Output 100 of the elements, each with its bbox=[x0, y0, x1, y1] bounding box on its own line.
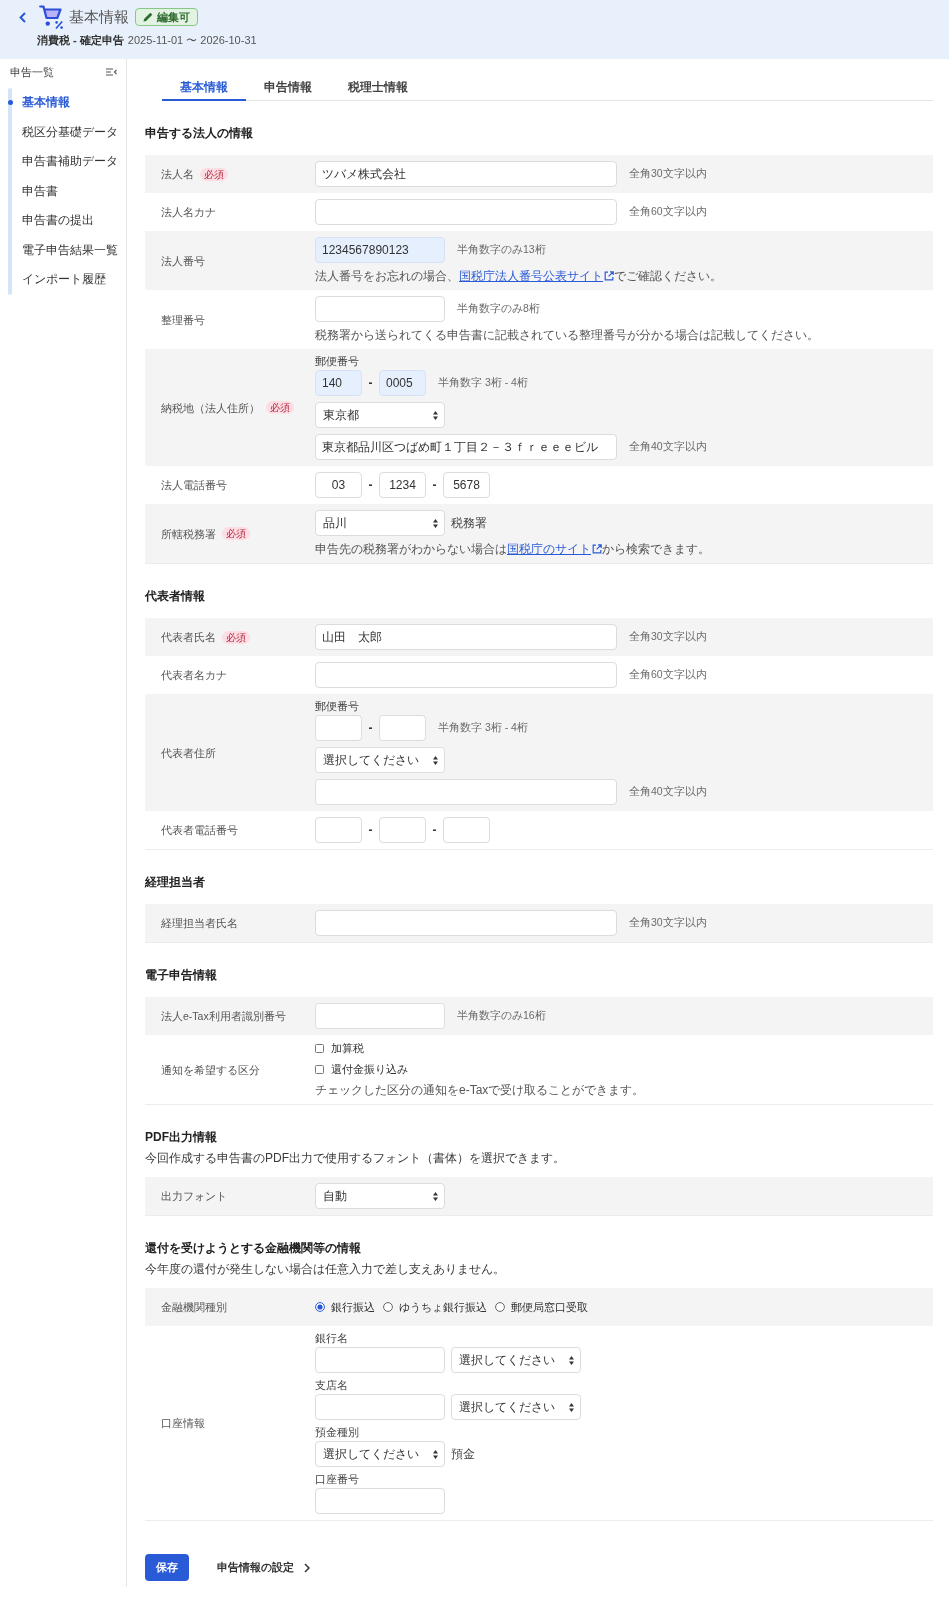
dropdown[interactable]: 自動 bbox=[315, 1183, 445, 1209]
field-hint: 半角数字のみ13桁 bbox=[457, 243, 546, 257]
dropdown[interactable]: 選択してください bbox=[315, 1441, 445, 1467]
dropdown[interactable]: 選択してください bbox=[315, 747, 445, 773]
phone-number-field[interactable] bbox=[315, 817, 362, 843]
text-field[interactable] bbox=[315, 1003, 445, 1029]
field-hint: 半角数字のみ8桁 bbox=[457, 302, 540, 316]
field-label: 代表者氏名 bbox=[161, 630, 216, 644]
collapse-menu-icon[interactable] bbox=[106, 68, 117, 76]
section-heading: PDF出力情報 bbox=[145, 1129, 218, 1145]
field-caption: 郵便番号 bbox=[315, 700, 359, 713]
field-hint: 全角60文字以内 bbox=[629, 205, 707, 219]
postal-code-field[interactable]: 0005 bbox=[379, 370, 426, 396]
dropdown[interactable]: 東京都 bbox=[315, 402, 445, 428]
required-badge: 必須 bbox=[222, 527, 250, 540]
section-description: 今年度の還付が発生しない場合は任意入力で差し支えありません。 bbox=[145, 1261, 506, 1277]
active-dot-icon bbox=[7, 100, 13, 105]
text-field[interactable] bbox=[315, 1394, 445, 1420]
external-link-icon bbox=[592, 544, 602, 554]
next-step-link[interactable]: 申告情報の設定 bbox=[217, 1560, 310, 1575]
field-label: 納税地（法人住所） bbox=[161, 400, 260, 415]
tab[interactable]: 基本情報 bbox=[162, 79, 246, 101]
text-field[interactable]: 1234567890123 bbox=[315, 237, 445, 263]
return-type: 消費税 - 確定申告 bbox=[37, 33, 124, 47]
checkbox-label: 加算税 bbox=[331, 1041, 364, 1056]
text-field[interactable] bbox=[315, 296, 445, 322]
save-button[interactable]: 保存 bbox=[145, 1554, 189, 1581]
phone-number-field[interactable]: 5678 bbox=[443, 472, 490, 498]
text-field[interactable]: 山田 太郎 bbox=[315, 624, 617, 650]
sidebar-item[interactable]: インポート履歴 bbox=[22, 265, 118, 295]
field-label: 法人電話番号 bbox=[161, 478, 227, 492]
text-field[interactable] bbox=[315, 662, 617, 688]
dropdown[interactable]: 選択してください bbox=[451, 1394, 581, 1420]
required-badge: 必須 bbox=[200, 167, 228, 181]
sidebar-item[interactable]: 申告書の提出 bbox=[22, 206, 118, 236]
text-field[interactable] bbox=[315, 1347, 445, 1373]
radio-button[interactable] bbox=[383, 1302, 393, 1312]
postal-code-field[interactable] bbox=[315, 715, 362, 741]
text-field[interactable] bbox=[315, 910, 617, 936]
sidebar-item[interactable]: 申告書補助データ bbox=[22, 147, 118, 177]
phone-number-field[interactable]: 1234 bbox=[379, 472, 426, 498]
phone-number-field[interactable]: 03 bbox=[315, 472, 362, 498]
updown-caret-icon bbox=[569, 1355, 574, 1365]
updown-caret-icon bbox=[433, 410, 438, 420]
sidebar-item[interactable]: 申告書 bbox=[22, 176, 118, 206]
field-label: 経理担当者氏名 bbox=[161, 916, 238, 930]
postal-code-field[interactable] bbox=[379, 715, 426, 741]
radio-label: 郵便局窓口受取 bbox=[511, 1299, 588, 1315]
tab[interactable]: 申告情報 bbox=[246, 79, 330, 101]
field-hint: 全角40文字以内 bbox=[629, 785, 707, 799]
dash-separator: - bbox=[432, 823, 437, 837]
sidebar-item[interactable]: 税区分基礎データ bbox=[22, 117, 118, 147]
dash-separator: - bbox=[368, 721, 373, 735]
field-hint: 全角40文字以内 bbox=[629, 440, 707, 454]
section-heading: 電子申告情報 bbox=[145, 967, 218, 983]
external-link-icon bbox=[604, 271, 614, 281]
phone-number-field[interactable] bbox=[379, 817, 426, 843]
section-heading: 経理担当者 bbox=[145, 874, 206, 890]
field-hint: 全角30文字以内 bbox=[629, 167, 707, 181]
checkbox-label: 還付金振り込み bbox=[331, 1062, 408, 1077]
section-heading: 還付を受けようとする金融機関等の情報 bbox=[145, 1240, 362, 1256]
external-link[interactable]: 国税庁のサイト bbox=[507, 542, 602, 556]
external-link[interactable]: 国税庁法人番号公表サイト bbox=[459, 269, 614, 283]
section-description: 今回作成する申告書のPDF出力で使用するフォント（書体）を選択できます。 bbox=[145, 1150, 566, 1166]
text-field[interactable]: 東京都品川区つばめ町１丁目２－３ｆｒｅｅｅビル bbox=[315, 434, 617, 460]
section-heading: 代表者情報 bbox=[145, 588, 206, 604]
text-field[interactable] bbox=[315, 779, 617, 805]
radio-label: ゆうちょ銀行振込 bbox=[399, 1299, 487, 1315]
tab[interactable]: 税理士情報 bbox=[330, 79, 426, 101]
field-label: 法人e-Tax利用者識別番号 bbox=[161, 1009, 286, 1023]
updown-caret-icon bbox=[433, 518, 438, 528]
text-field[interactable] bbox=[315, 199, 617, 225]
required-badge: 必須 bbox=[266, 401, 294, 414]
checkbox[interactable] bbox=[315, 1044, 324, 1053]
radio-button[interactable] bbox=[315, 1302, 325, 1312]
field-caption: 預金種別 bbox=[315, 1426, 359, 1439]
sidebar-item[interactable]: 電子申告結果一覧 bbox=[22, 235, 118, 265]
back-icon[interactable] bbox=[19, 11, 26, 23]
page-title: 基本情報 bbox=[69, 7, 129, 27]
field-hint: 半角数字のみ16桁 bbox=[457, 1009, 546, 1023]
field-label: 通知を希望する区分 bbox=[161, 1062, 260, 1077]
text-field[interactable] bbox=[315, 1488, 445, 1514]
checkbox[interactable] bbox=[315, 1065, 324, 1074]
help-text: 税務署から送られてくる申告書に記載されている整理番号が分かる場合は記載してください。 bbox=[315, 327, 819, 343]
postal-code-field[interactable]: 140 bbox=[315, 370, 362, 396]
field-label: 金融機関種別 bbox=[161, 1300, 227, 1314]
help-text: 法人番号をお忘れの場合、国税庁法人番号公表サイト でご確認ください。 bbox=[315, 268, 722, 284]
field-hint: 全角60文字以内 bbox=[629, 668, 707, 682]
updown-caret-icon bbox=[569, 1402, 574, 1412]
field-hint: 半角数字 3桁 - 4桁 bbox=[438, 721, 528, 735]
field-caption: 支店名 bbox=[315, 1379, 348, 1392]
dropdown[interactable]: 品川 bbox=[315, 510, 445, 536]
period-text: 2025-11-01 〜 2026-10-31 bbox=[127, 33, 257, 47]
sidebar-item[interactable]: 基本情報 bbox=[22, 88, 118, 118]
dropdown[interactable]: 選択してください bbox=[451, 1347, 581, 1373]
phone-number-field[interactable] bbox=[443, 817, 490, 843]
dash-separator: - bbox=[368, 478, 373, 492]
field-label: 整理番号 bbox=[161, 312, 205, 327]
radio-button[interactable] bbox=[495, 1302, 505, 1312]
text-field[interactable]: ツバメ株式会社 bbox=[315, 161, 617, 187]
